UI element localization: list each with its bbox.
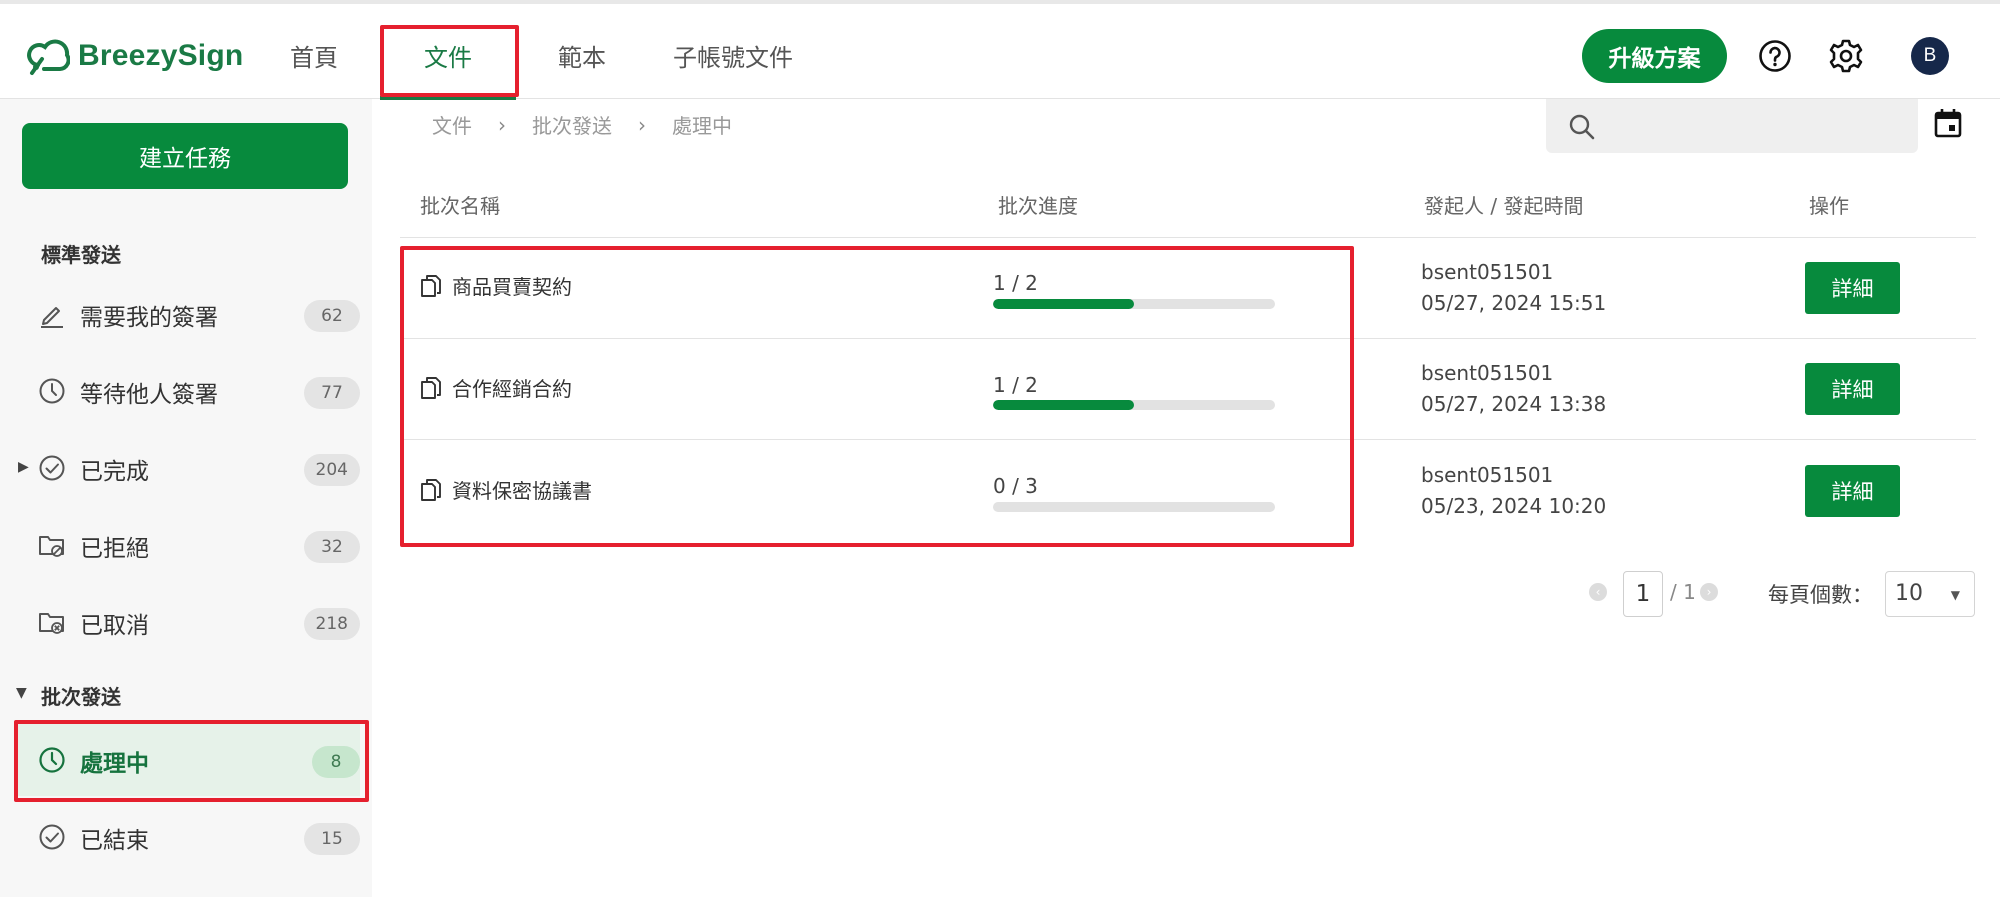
help-icon[interactable] (1758, 39, 1792, 73)
sidebar-item-label: 需要我的簽署 (80, 305, 218, 331)
sidebar-item-cancelled[interactable]: 已取消 218 (14, 586, 360, 658)
column-header-sender-time: 發起人 / 發起時間 (1424, 194, 1584, 218)
brand-name: BreezySign (78, 39, 244, 72)
detail-button[interactable]: 詳細 (1805, 262, 1900, 314)
clock-icon (39, 378, 65, 404)
sidebar-item-label: 已結束 (80, 828, 149, 854)
search-icon (1569, 114, 1595, 140)
calendar-icon[interactable] (1934, 108, 1962, 138)
chevron-right-icon: › (638, 112, 646, 137)
count-badge: 77 (304, 377, 360, 409)
top-navigation-bar: BreezySign 首頁 文件 範本 子帳號文件 升級方案 B (0, 0, 2000, 100)
previous-page-icon[interactable]: ‹ (1589, 583, 1607, 601)
folder-reject-icon (39, 536, 64, 557)
breadcrumb-documents[interactable]: 文件 (432, 110, 472, 139)
breezysign-logo-icon (27, 39, 70, 75)
chevron-down-icon: ▼ (1950, 588, 1960, 602)
detail-button[interactable]: 詳細 (1805, 465, 1900, 517)
nav-templates[interactable]: 範本 (558, 38, 606, 73)
next-page-icon[interactable]: › (1700, 583, 1718, 601)
folder-cancel-icon (39, 613, 64, 634)
highlight-box-processing-item (14, 720, 369, 802)
column-header-batch-progress: 批次進度 (998, 194, 1078, 218)
sidebar-item-label: 已取消 (80, 613, 149, 639)
sender-cell: bsent051501 05/27, 2024 15:51 (1421, 257, 1606, 319)
sidebar-item-needs-my-signature[interactable]: 需要我的簽署 62 (14, 278, 360, 350)
sidebar-item-waiting-for-others[interactable]: 等待他人簽署 77 (14, 355, 360, 427)
sidebar-item-label: 已完成 (80, 459, 149, 485)
total-pages: / 1 (1670, 580, 1696, 604)
highlight-box-batch-rows (400, 246, 1354, 547)
count-badge: 32 (304, 531, 360, 563)
column-header-batch-name: 批次名稱 (420, 194, 500, 218)
count-badge: 218 (303, 608, 360, 640)
detail-button[interactable]: 詳細 (1805, 363, 1900, 415)
sidebar-item-label: 等待他人簽署 (80, 382, 218, 408)
sidebar-item-completed[interactable]: 已完成 204 (14, 432, 360, 504)
per-page-label: 每頁個數： (1768, 583, 1873, 607)
pen-icon (41, 307, 63, 328)
create-task-button[interactable]: 建立任務 (22, 123, 348, 189)
sender-cell: bsent051501 05/27, 2024 13:38 (1421, 358, 1606, 420)
settings-gear-icon[interactable] (1828, 38, 1864, 74)
sidebar-item-rejected[interactable]: 已拒絕 32 (14, 509, 360, 581)
nav-sub-account-documents[interactable]: 子帳號文件 (673, 38, 793, 73)
highlight-box-documents-tab (380, 25, 519, 97)
sidebar-item-ended[interactable]: 已結束 15 (14, 801, 360, 873)
sender-name: bsent051501 (1421, 463, 1554, 487)
per-page-value: 10 (1895, 581, 1923, 606)
breadcrumb: 文件 › 批次發送 › 處理中 (432, 110, 732, 139)
sender-name: bsent051501 (1421, 361, 1554, 385)
expand-caret-down-icon[interactable]: ▼ (16, 685, 27, 701)
chevron-right-icon: › (498, 112, 506, 137)
sender-cell: bsent051501 05/23, 2024 10:20 (1421, 460, 1606, 522)
standard-send-section-title: 標準發送 (41, 243, 121, 267)
nav-home[interactable]: 首頁 (290, 38, 338, 73)
column-header-actions: 操作 (1809, 194, 1849, 218)
breadcrumb-processing: 處理中 (672, 114, 732, 138)
check-circle-icon (39, 455, 65, 481)
upgrade-plan-button[interactable]: 升級方案 (1582, 29, 1727, 83)
breadcrumb-batch-send[interactable]: 批次發送 (532, 110, 612, 139)
user-avatar[interactable]: B (1911, 37, 1949, 75)
table-divider (400, 237, 1976, 238)
count-badge: 204 (303, 454, 360, 486)
sidebar-item-label: 已拒絕 (80, 536, 149, 562)
search-input[interactable] (1546, 99, 1918, 153)
batch-send-section-title: 批次發送 (41, 685, 121, 709)
check-circle-icon (39, 824, 65, 850)
brand-logo[interactable]: BreezySign (24, 34, 243, 78)
sent-time: 05/27, 2024 15:51 (1421, 291, 1607, 315)
sent-time: 05/27, 2024 13:38 (1421, 392, 1607, 416)
current-page-input[interactable]: 1 (1623, 571, 1663, 617)
count-badge: 15 (304, 823, 360, 855)
count-badge: 62 (304, 300, 360, 332)
per-page-select[interactable]: 10 ▼ (1885, 571, 1975, 617)
sender-name: bsent051501 (1421, 260, 1554, 284)
sent-time: 05/23, 2024 10:20 (1421, 494, 1607, 518)
